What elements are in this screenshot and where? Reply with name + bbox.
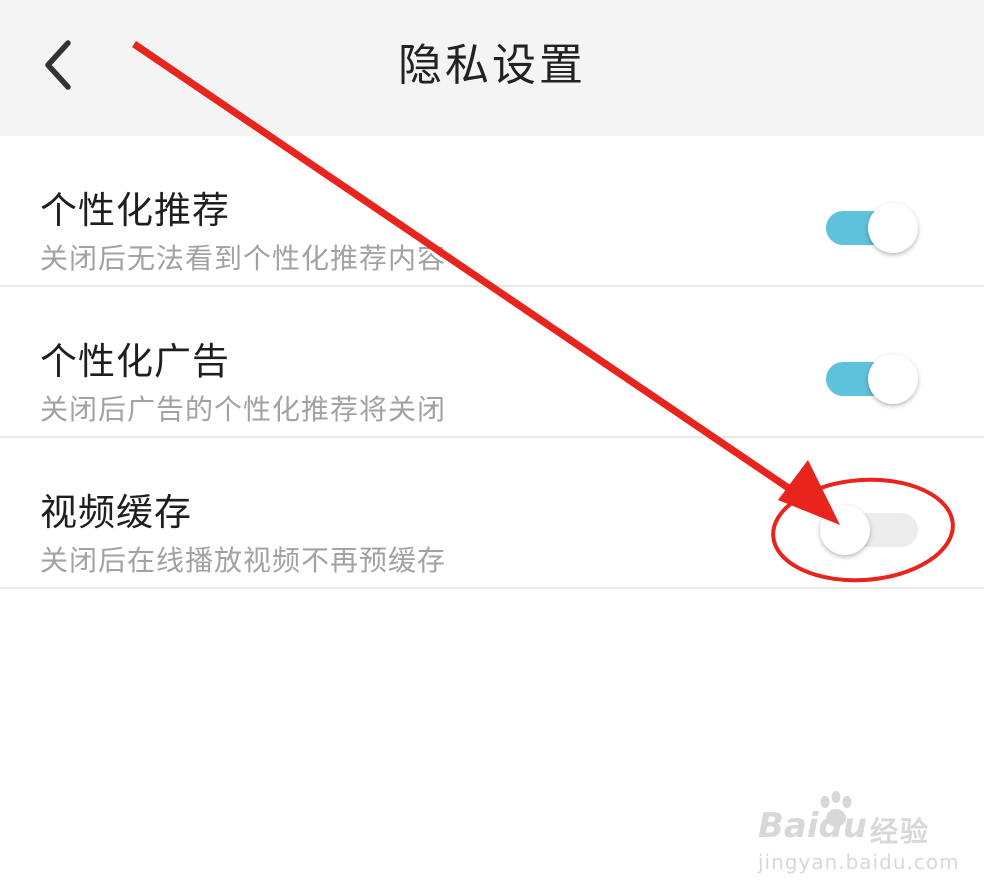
setting-row-video-cache: 视频缓存 关闭后在线播放视频不再预缓存 [0,438,984,589]
toggle-knob [868,203,918,253]
personalized-ads-toggle[interactable] [826,354,918,404]
watermark-url: jingyan.baidu.com [758,850,960,874]
setting-description: 关闭后无法看到个性化推荐内容 [40,242,447,275]
setting-row-personalized-ads: 个性化广告 关闭后广告的个性化推荐将关闭 [0,287,984,438]
setting-row-personalized-recommendation: 个性化推荐 关闭后无法看到个性化推荐内容 [0,136,984,287]
setting-title: 个性化推荐 [40,189,230,232]
setting-title: 个性化广告 [40,340,230,383]
watermark-logo: Baidu [758,806,868,846]
setting-title: 视频缓存 [40,491,192,534]
toggle-knob [868,354,918,404]
video-cache-toggle[interactable] [820,505,918,555]
setting-description: 关闭后在线播放视频不再预缓存 [40,544,447,577]
page-title: 隐私设置 [398,40,586,91]
toggle-knob [820,505,870,555]
watermark-text: 经验 [870,815,931,848]
personalized-recommendation-toggle[interactable] [826,203,918,253]
baidu-jingyan-watermark: Baidu 经验 jingyan.baidu.com [752,791,959,880]
top-bar: 隐私设置 [0,0,984,136]
setting-description: 关闭后广告的个性化推荐将关闭 [40,393,447,426]
